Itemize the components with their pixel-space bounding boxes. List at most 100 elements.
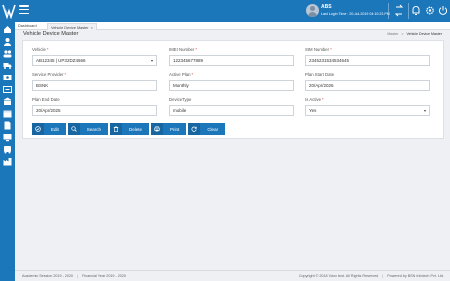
users-group-icon <box>3 50 12 58</box>
plan-end-date-label: Plan End Date <box>32 97 60 102</box>
imei-input[interactable]: 122345677889 <box>169 55 294 66</box>
plan-end-date-input[interactable]: 20/Apr/2025 <box>32 105 157 116</box>
delete-button-label: Delete <box>129 126 143 132</box>
service-provider-input[interactable]: BSNK <box>32 80 157 91</box>
tab-label: Dashboard <box>18 24 37 28</box>
tab-bar: Dashboard Vehicle Device Master × <box>15 22 450 30</box>
refresh-icon <box>188 123 201 135</box>
vehicle-device-form: Vehicle* AB12345 | UP32DZ4666 IMEI Numbe… <box>22 40 444 139</box>
top-bar: ABS Last Login Time : 20-Jul-2019 04:10:… <box>0 0 450 22</box>
breadcrumb-item-current: Vehicle Device Master <box>406 32 442 36</box>
is-active-label: Is Active* <box>305 97 324 102</box>
search-button-label: Search <box>86 126 102 132</box>
imei-field: IMEI Number* 122345677889 <box>169 47 294 66</box>
trash-icon <box>110 123 123 135</box>
sidebar-item-finance[interactable] <box>2 72 13 83</box>
sim-label: SIM Number* <box>305 47 332 52</box>
search-button[interactable]: Search <box>67 123 109 135</box>
sim-field: SIM Number* 2345231534534645 <box>305 47 430 66</box>
divider <box>388 3 389 19</box>
sidebar-item-users[interactable] <box>2 36 13 47</box>
cash-icon <box>3 86 12 93</box>
settings-gear-icon[interactable] <box>424 4 436 17</box>
last-login-time: 20-Jul-2019 04:10:23 PM <box>349 12 390 16</box>
active-plan-label: Active Plan* <box>169 72 194 77</box>
factory-icon <box>3 158 12 166</box>
edit-button-label: Edit <box>51 126 59 132</box>
breadcrumb-separator: > <box>401 32 404 36</box>
is-active-select[interactable]: Yes <box>305 105 430 116</box>
sidebar-item-transport[interactable] <box>2 144 13 155</box>
sidebar-item-library[interactable] <box>2 96 13 107</box>
page-header: Vehicle Device Master Master > Vehicle D… <box>15 30 450 40</box>
footer-separator: | <box>77 274 79 278</box>
footer-session: Academic Session 2019 - 2020 | Financial… <box>22 274 126 278</box>
sim-input[interactable]: 2345231534534645 <box>305 55 430 66</box>
monitor-icon <box>3 134 12 142</box>
vehicle-label: Vehicle* <box>32 47 49 52</box>
sidebar-item-groups[interactable] <box>2 48 13 59</box>
vehicle-field: Vehicle* AB12345 | UP32DZ4666 <box>32 47 157 66</box>
home-icon <box>4 26 11 33</box>
last-login-label: Last Login Time : <box>321 12 350 16</box>
academic-session: Academic Session 2019 - 2020 <box>22 274 74 278</box>
sidebar-item-home[interactable] <box>2 24 13 35</box>
imei-label: IMEI Number* <box>169 47 197 52</box>
copyright-text: Copyright © 2018 Vdox test. All Rights R… <box>298 274 379 278</box>
footer-copyright: Copyright © 2018 Vdox test. All Rights R… <box>299 274 444 278</box>
truck-icon <box>3 63 12 69</box>
service-provider-field: Service Provider* BSNK <box>32 72 157 91</box>
footer: Academic Session 2019 - 2020 | Financial… <box>15 270 450 281</box>
sidebar-item-calendar[interactable] <box>2 108 13 119</box>
plan-start-date-label: Plan Start Date <box>305 72 335 77</box>
clear-button-label: Clear <box>207 126 219 132</box>
money-icon <box>3 75 12 80</box>
avatar[interactable] <box>306 4 319 17</box>
app-logo <box>2 4 16 19</box>
tab-dashboard[interactable]: Dashboard <box>15 23 40 30</box>
plan-start-date-input[interactable]: 20/Apr/2026 <box>305 80 430 91</box>
document-icon <box>4 121 11 130</box>
service-provider-label: Service Provider* <box>32 72 67 77</box>
page-title: Vehicle Device Master <box>23 31 79 37</box>
vehicle-select[interactable]: AB12345 | UP32DZ4666 <box>32 55 157 66</box>
delete-button[interactable]: Delete <box>110 123 150 135</box>
hamburger-menu-icon[interactable] <box>19 5 29 14</box>
device-type-field: DeviceType mobile <box>169 97 294 116</box>
print-button-label: Print <box>170 126 180 132</box>
power-logout-icon[interactable] <box>437 4 449 17</box>
calendar-icon <box>3 110 12 118</box>
user-name: ABS <box>321 4 332 10</box>
active-plan-input[interactable]: Monthly <box>169 80 294 91</box>
sidebar-item-fees[interactable] <box>2 84 13 95</box>
building-icon <box>3 97 12 105</box>
tab-vehicle-device-master[interactable]: Vehicle Device Master × <box>47 23 97 30</box>
switch-icon[interactable] <box>393 4 405 17</box>
sidebar-item-vehicles[interactable] <box>2 60 13 71</box>
active-plan-field: Active Plan* Monthly <box>169 72 294 91</box>
user-icon <box>4 38 11 46</box>
powered-by-text[interactable]: Powered by BSN Infotech Pvt. Ltd. <box>387 274 444 278</box>
breadcrumb-item-master[interactable]: Master <box>387 32 398 36</box>
plan-end-date-field: Plan End Date 20/Apr/2025 <box>32 97 157 116</box>
edit-button[interactable]: Edit <box>32 123 66 135</box>
plan-start-date-field: Plan Start Date 20/Apr/2026 <box>305 72 430 91</box>
notification-bell-icon[interactable] <box>410 4 422 17</box>
search-icon <box>67 123 80 135</box>
print-icon <box>151 123 164 135</box>
bus-icon <box>4 146 11 154</box>
device-type-input[interactable]: mobile <box>169 105 294 116</box>
action-buttons: Edit Search Delete Print Clear <box>32 123 226 135</box>
is-active-field: Is Active* Yes <box>305 97 430 116</box>
last-login: Last Login Time : 20-Jul-2019 04:10:23 P… <box>321 12 390 16</box>
sidebar <box>0 22 15 281</box>
edit-icon <box>32 123 44 135</box>
print-button[interactable]: Print <box>151 123 187 135</box>
sidebar-item-display[interactable] <box>2 132 13 143</box>
sidebar-item-hostel[interactable] <box>2 156 13 167</box>
financial-year: Financial Year 2019 - 2020 <box>82 274 126 278</box>
divider <box>408 3 409 19</box>
clear-button[interactable]: Clear <box>188 123 226 135</box>
footer-separator: | <box>382 274 384 278</box>
sidebar-item-documents[interactable] <box>2 120 13 131</box>
